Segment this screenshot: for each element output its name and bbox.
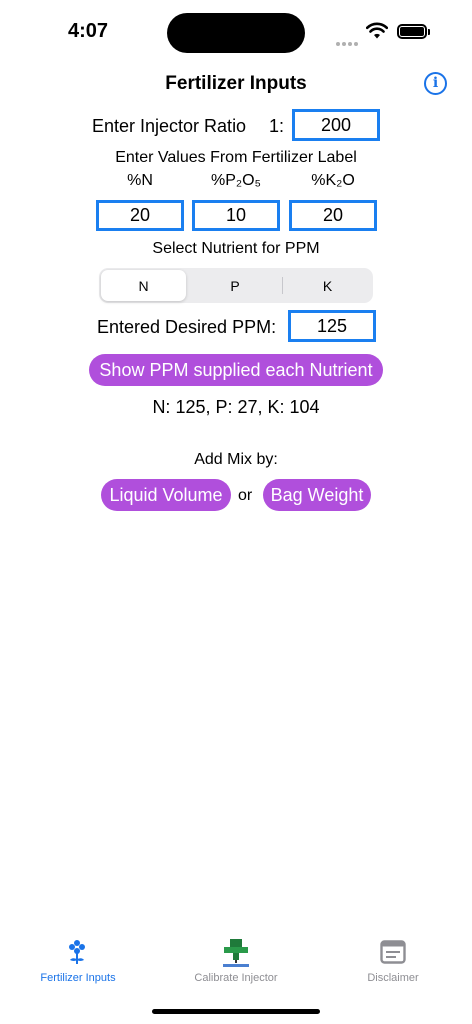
or-text: or [238, 487, 253, 504]
potash-input[interactable]: 20 [289, 200, 377, 231]
tab-label-calibrate-injector: Calibrate Injector [194, 972, 278, 984]
phosphate-input[interactable]: 10 [192, 200, 280, 231]
tab-fertilizer-inputs[interactable]: Fertilizer Inputs [18, 933, 138, 993]
potash-column-label: %K₂O [311, 172, 355, 189]
home-indicator [152, 1009, 320, 1014]
injector-ratio-prefix: 1: [269, 116, 285, 136]
injector-ratio-label: Enter Injector Ratio [92, 116, 247, 136]
injector-ratio-input[interactable]: 200 [292, 109, 380, 141]
nitrogen-column-label: %N [127, 172, 153, 189]
desired-ppm-label: Entered Desired PPM: [97, 317, 277, 337]
desired-ppm-input[interactable]: 125 [288, 310, 376, 342]
status-time: 4:07 [68, 20, 109, 42]
add-mix-heading: Add Mix by: [194, 451, 278, 468]
battery-icon [397, 24, 427, 39]
flower-icon [69, 940, 85, 964]
tab-label-fertilizer-inputs: Fertilizer Inputs [40, 972, 116, 984]
segment-k[interactable]: K [284, 270, 371, 301]
page-title: Fertilizer Inputs [165, 73, 307, 94]
nutrient-select-heading: Select Nutrient for PPM [152, 240, 320, 257]
phosphate-column-label: %P₂O₅ [211, 172, 261, 189]
nitrogen-input[interactable]: 20 [96, 200, 184, 231]
tab-label-disclaimer: Disclaimer [367, 972, 419, 984]
tab-calibrate-injector[interactable]: Calibrate Injector [176, 933, 296, 993]
ppm-result-text: N: 125, P: 27, K: 104 [152, 397, 320, 417]
tab-disclaimer[interactable]: Disclaimer [333, 933, 453, 993]
segment-divider [282, 277, 283, 294]
liquid-volume-button[interactable]: Liquid Volume [101, 479, 231, 511]
info-icon[interactable]: i [424, 72, 447, 95]
wifi-icon [366, 22, 388, 39]
battery-tip [428, 29, 430, 35]
document-icon [380, 940, 406, 964]
bag-weight-button[interactable]: Bag Weight [263, 479, 371, 511]
injector-icon [223, 939, 249, 967]
label-values-heading: Enter Values From Fertilizer Label [115, 149, 357, 166]
cellular-signal-icon [336, 33, 360, 51]
segment-n[interactable]: N [101, 270, 186, 301]
show-ppm-button[interactable]: Show PPM supplied each Nutrient [89, 354, 383, 386]
segment-p[interactable]: P [190, 270, 280, 301]
dynamic-island [167, 13, 305, 53]
